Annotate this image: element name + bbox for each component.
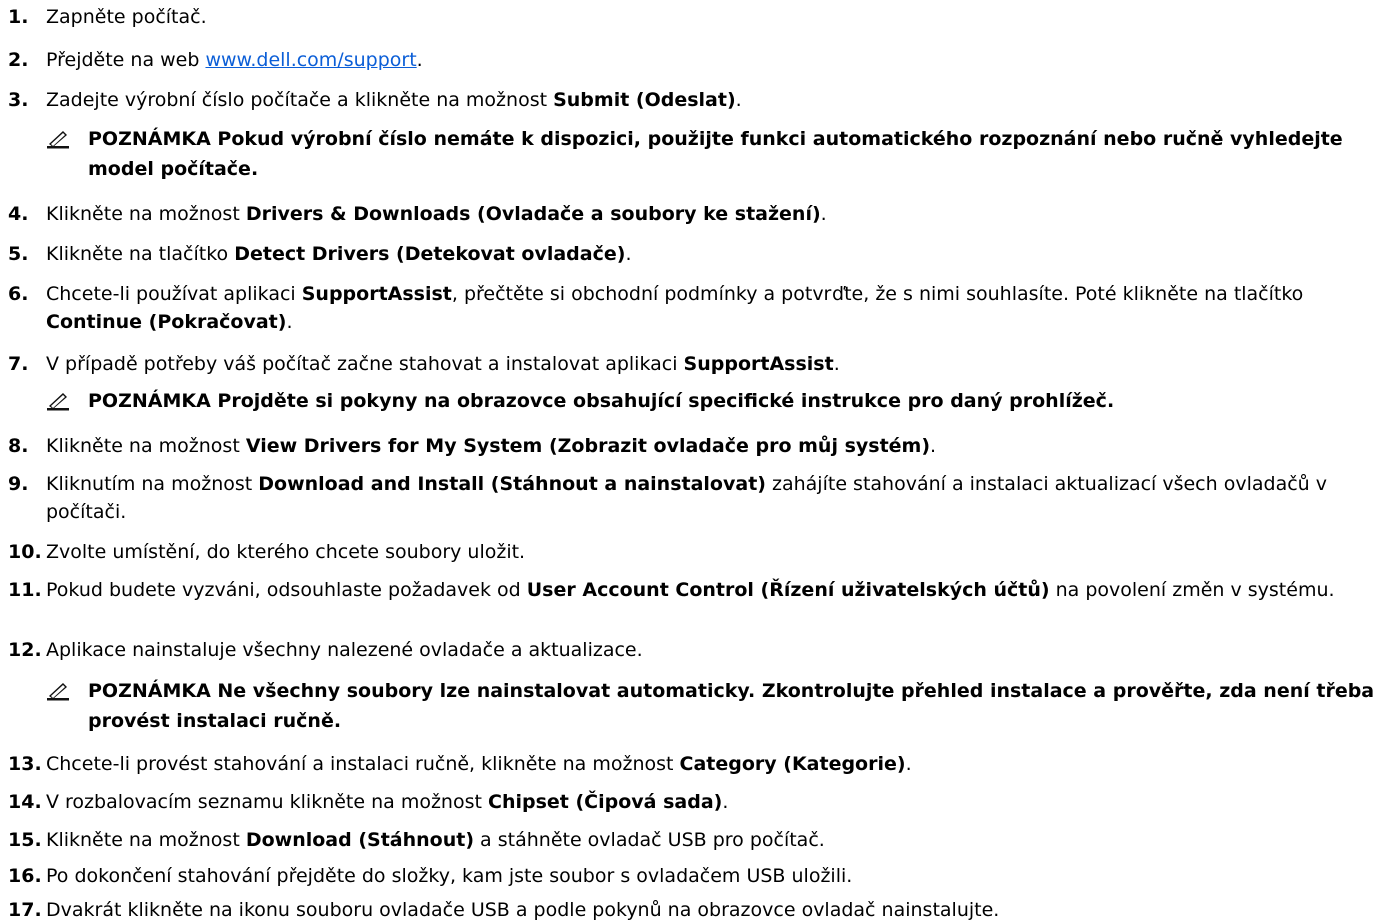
- step-text: Dvakrát klikněte na ikonu souboru ovlada…: [46, 899, 1000, 921]
- step-text: V případě potřeby váš počítač začne stah…: [46, 353, 840, 375]
- step-number: 6.: [8, 283, 29, 305]
- note-text: POZNÁMKA Ne všechny soubory lze nainstal…: [88, 680, 1375, 732]
- step-number: 11.: [8, 579, 42, 601]
- dell-support-link[interactable]: www.dell.com/support: [205, 49, 416, 71]
- step-text: Pokud budete vyzváni, odsouhlaste požada…: [46, 579, 1335, 601]
- step-number: 16.: [8, 865, 42, 887]
- step-text: Chcete-li používat aplikaci SupportAssis…: [46, 283, 1304, 333]
- step-number: 10.: [8, 541, 42, 563]
- step-text: Zadejte výrobní číslo počítače a kliknět…: [46, 89, 742, 111]
- step-text: Klikněte na tlačítko Detect Drivers (Det…: [46, 243, 632, 265]
- step-number: 12.: [8, 639, 42, 661]
- step-number: 8.: [8, 435, 29, 457]
- step-text: Kliknutím na možnost Download and Instal…: [46, 473, 1327, 523]
- step-number: 7.: [8, 353, 29, 375]
- step-text: Klikněte na možnost Drivers & Downloads …: [46, 203, 827, 225]
- step-text: Zvolte umístění, do kterého chcete soubo…: [46, 541, 526, 563]
- step-text: Klikněte na možnost Download (Stáhnout) …: [46, 829, 825, 851]
- step-text: V rozbalovacím seznamu klikněte na možno…: [46, 791, 729, 813]
- step-text: Chcete-li provést stahování a instalaci …: [46, 753, 912, 775]
- step-text: Po dokončení stahování přejděte do složk…: [46, 865, 853, 887]
- step-text: Klikněte na možnost View Drivers for My …: [46, 435, 937, 457]
- step-number: 5.: [8, 243, 29, 265]
- step-number: 15.: [8, 829, 42, 851]
- pencil-note-icon: [47, 131, 69, 149]
- driver-install-steps: 1. Zapněte počítač. 2. Přejděte na web w…: [0, 0, 1388, 921]
- note-3: POZNÁMKA Ne všechny soubory lze nainstal…: [46, 676, 1384, 738]
- step-number: 13.: [8, 753, 42, 775]
- step-number: 4.: [8, 203, 29, 225]
- note-text: POZNÁMKA Pokud výrobní číslo nemáte k di…: [88, 128, 1343, 180]
- pencil-note-icon: [47, 683, 69, 701]
- note-text: POZNÁMKA Projděte si pokyny na obrazovce…: [88, 390, 1115, 412]
- note-2: POZNÁMKA Projděte si pokyny na obrazovce…: [46, 386, 1384, 418]
- step-text: Přejděte na web www.dell.com/support.: [46, 49, 423, 71]
- step-number: 14.: [8, 791, 42, 813]
- step-number: 1.: [8, 6, 29, 28]
- pencil-note-icon: [47, 393, 69, 411]
- step-text: Aplikace nainstaluje všechny nalezené ov…: [46, 639, 643, 661]
- step-text: Zapněte počítač.: [46, 6, 207, 28]
- step-number: 2.: [8, 49, 29, 71]
- step-number: 3.: [8, 89, 29, 111]
- step-number: 17.: [8, 899, 42, 921]
- note-1: POZNÁMKA Pokud výrobní číslo nemáte k di…: [46, 124, 1384, 186]
- step-number: 9.: [8, 473, 29, 495]
